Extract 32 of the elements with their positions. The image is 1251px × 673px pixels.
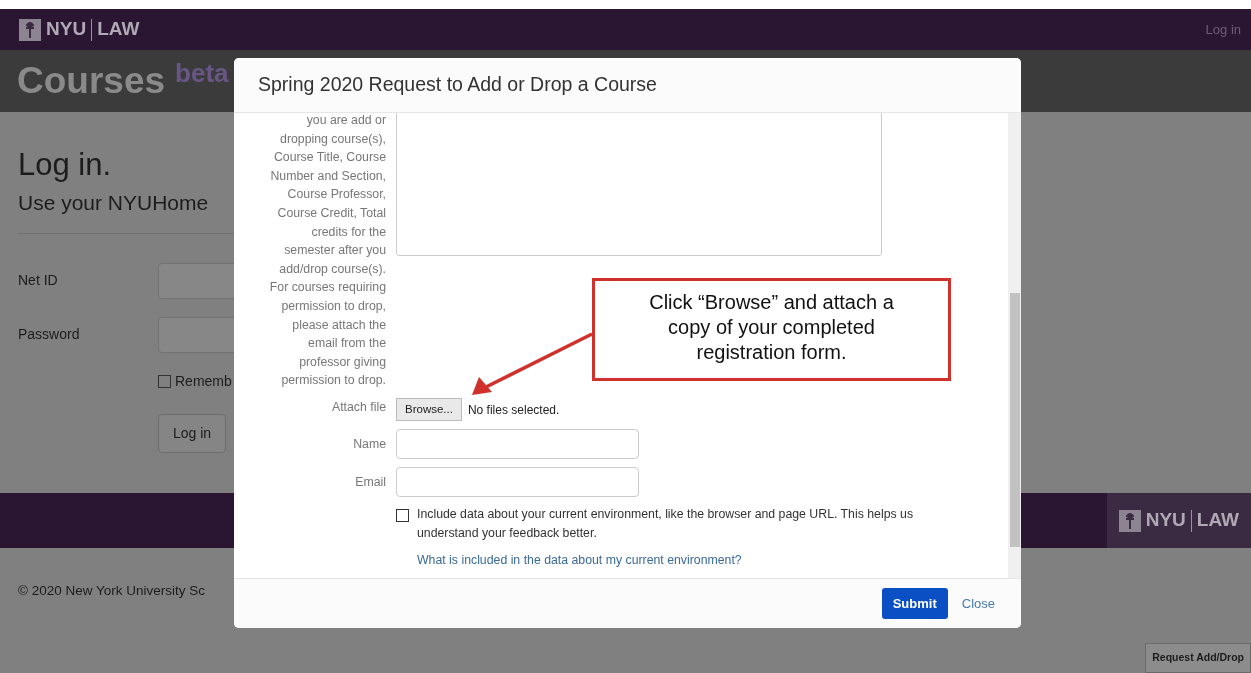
torch-icon: [19, 18, 41, 41]
copyright-text: © 2020 New York University Sc: [18, 583, 206, 598]
field-label: Name: [352, 435, 386, 453]
close-link[interactable]: Close: [961, 593, 995, 614]
logo-text: NYU: [46, 17, 87, 42]
scrollbar[interactable]: [1008, 113, 1021, 578]
browse-button[interactable]: Browse...: [396, 397, 462, 422]
logo-text: LAW: [1196, 508, 1239, 533]
checkbox[interactable]: [396, 509, 409, 523]
login-button[interactable]: Log in: [158, 413, 227, 453]
modal-title: Spring 2020 Request to Add or Drop a Course: [258, 72, 657, 98]
login-link[interactable]: Log in: [1205, 19, 1241, 40]
field-label: Password: [18, 325, 81, 345]
field-label: Net ID: [18, 271, 59, 291]
field-label: Email: [354, 473, 386, 491]
checkbox[interactable]: [158, 375, 171, 389]
callout-text: Click “Browse” and attach a copy of your completed registration form.: [592, 278, 951, 381]
login-heading: Log in.: [18, 146, 112, 184]
checkbox-label: Include data about your current environment, like the browser and page URL. This helps us understand your feedback better.: [417, 506, 915, 543]
login-subheading: Use your NYUHome: [18, 190, 209, 217]
file-status: No files selected.: [467, 401, 560, 419]
torch-icon: [1118, 509, 1141, 532]
request-button[interactable]: Request Add/Drop: [1145, 643, 1251, 673]
submit-button[interactable]: Submit: [881, 587, 948, 620]
logo-text: NYU: [1145, 508, 1186, 533]
logo-text: LAW: [97, 17, 140, 42]
field-label: Attach file: [331, 398, 386, 416]
checkbox-label: Rememb: [175, 372, 232, 392]
site-title: Courses: [17, 59, 166, 104]
field-description: you are add or dropping course(s), Course Title, Course Number and Section, Course Professor, Course Credit, Total credits for the semester after you add/drop course(s). For courses requiring permission to drop, please attach the email from the professor giving permission to drop.: [268, 113, 386, 390]
info-link[interactable]: What is included in the data about my current environment?: [417, 551, 986, 570]
beta-label: beta: [175, 57, 229, 90]
